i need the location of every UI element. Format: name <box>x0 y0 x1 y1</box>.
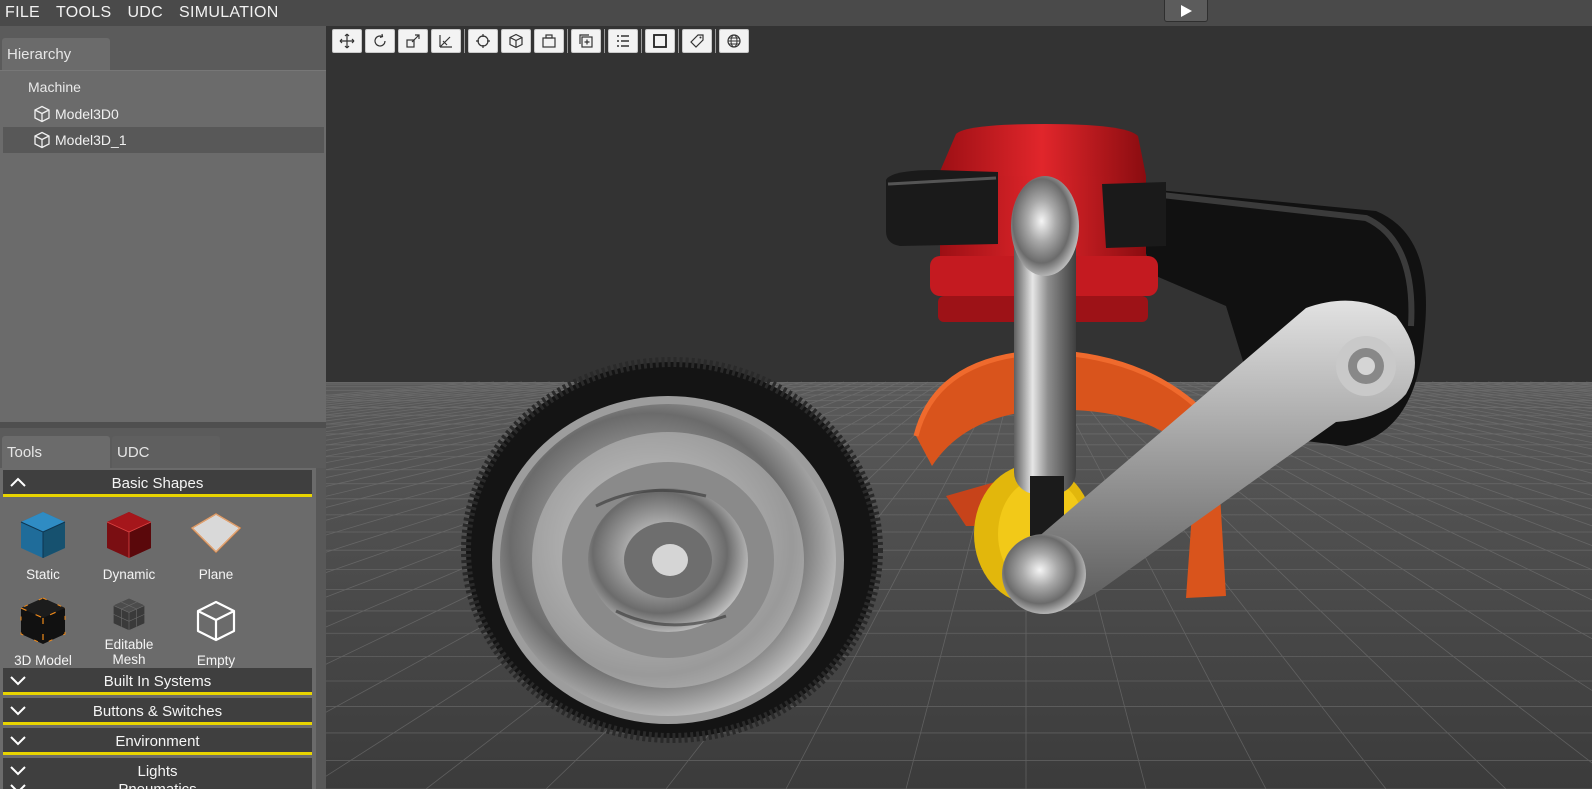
target-icon <box>476 34 490 48</box>
chevron-down-icon <box>9 698 29 722</box>
transform-icon <box>439 35 452 48</box>
section-pneumatics[interactable]: Pneumatics <box>3 780 312 789</box>
viewport-toolbar <box>332 28 752 54</box>
hierarchy-panel: Machine Model3D0 Model3D_1 <box>0 70 326 422</box>
menu-file[interactable]: FILE <box>0 0 45 26</box>
play-button[interactable] <box>1164 0 1208 22</box>
shape-label: Dynamic <box>102 567 156 582</box>
shape-empty[interactable]: Empty <box>176 594 256 668</box>
tree-item-label: Model3D_1 <box>55 132 127 148</box>
frame-button[interactable] <box>645 29 675 53</box>
toolbar-separator <box>715 29 716 53</box>
menu-simulation[interactable]: SIMULATION <box>174 0 284 26</box>
tools-scrollbar[interactable] <box>316 468 326 789</box>
tree-item-model3d-1[interactable]: Model3D_1 <box>3 127 324 153</box>
mesh-cube-icon <box>113 598 145 631</box>
shape-3d-model[interactable]: 3D Model <box>3 594 83 668</box>
shape-label: Static <box>26 567 60 582</box>
cube-outline-icon <box>31 130 53 150</box>
rotate-icon <box>374 33 386 47</box>
plane-icon <box>190 513 242 554</box>
section-label: Basic Shapes <box>111 475 204 492</box>
tab-udc[interactable]: UDC <box>112 436 220 468</box>
tab-hierarchy[interactable]: Hierarchy <box>2 38 110 70</box>
section-label: Environment <box>115 733 200 750</box>
list-icon <box>617 35 629 47</box>
section-basic-shapes[interactable]: Basic Shapes <box>3 470 312 497</box>
shape-dynamic[interactable]: Dynamic <box>89 508 169 582</box>
rotate-tool-button[interactable] <box>365 29 395 53</box>
tree-item-model3d0[interactable]: Model3D0 <box>3 101 324 127</box>
tools-panel: Basic Shapes Static Dynamic Plane 3D Mod… <box>0 468 326 789</box>
chevron-down-icon <box>9 758 29 782</box>
tag-button[interactable] <box>682 29 712 53</box>
move-tool-button[interactable] <box>332 29 362 53</box>
section-environment[interactable]: Environment <box>3 728 312 755</box>
chevron-down-icon <box>9 780 29 789</box>
menu-udc[interactable]: UDC <box>122 0 168 26</box>
toolbar-separator <box>567 29 568 53</box>
panel-divider[interactable] <box>0 422 326 428</box>
left-panel: Hierarchy Machine Model3D0 Model3D_1 Too… <box>0 26 326 789</box>
view-cube-button[interactable] <box>501 29 531 53</box>
cube-view-icon <box>509 33 523 49</box>
frame-icon <box>653 34 667 48</box>
toolbar-separator <box>464 29 465 53</box>
tree-root-machine[interactable]: Machine <box>28 79 81 95</box>
chevron-down-icon <box>9 728 29 752</box>
focus-button[interactable] <box>468 29 498 53</box>
duplicate-button[interactable] <box>571 29 601 53</box>
section-label: Buttons & Switches <box>92 703 223 720</box>
tag-icon <box>690 34 704 48</box>
shape-label: Editable Mesh <box>104 637 154 667</box>
camera-icon <box>542 34 556 48</box>
cube-outline-icon <box>31 104 53 124</box>
shape-editable-mesh[interactable]: Editable Mesh <box>89 594 169 667</box>
duplicate-icon <box>579 34 593 48</box>
toolbar-separator <box>641 29 642 53</box>
section-label: Lights <box>137 763 178 780</box>
scale-icon <box>406 34 420 48</box>
transform-tool-button[interactable] <box>431 29 461 53</box>
chevron-up-icon <box>9 470 29 494</box>
shape-static[interactable]: Static <box>3 508 83 582</box>
shape-label: 3D Model <box>14 653 72 668</box>
section-label: Built In Systems <box>103 673 212 690</box>
chevron-down-icon <box>9 668 29 692</box>
camera-button[interactable] <box>534 29 564 53</box>
red-cube-icon <box>106 512 152 558</box>
tree-item-label: Model3D0 <box>55 106 119 122</box>
blue-cube-icon <box>20 512 66 558</box>
menu-tools[interactable]: TOOLS <box>51 0 116 26</box>
shape-label: Empty <box>196 653 236 668</box>
shape-plane[interactable]: Plane <box>176 508 256 582</box>
tab-tools[interactable]: Tools <box>2 436 110 468</box>
3d-viewport[interactable] <box>326 26 1592 789</box>
globe-button[interactable] <box>719 29 749 53</box>
empty-cube-icon <box>196 600 236 642</box>
move-icon <box>339 33 355 49</box>
toolbar-separator <box>604 29 605 53</box>
section-built-in-systems[interactable]: Built In Systems <box>3 668 312 695</box>
toolbar-separator <box>678 29 679 53</box>
list-button[interactable] <box>608 29 638 53</box>
section-buttons-switches[interactable]: Buttons & Switches <box>3 698 312 725</box>
globe-icon <box>727 34 741 48</box>
scale-tool-button[interactable] <box>398 29 428 53</box>
section-label: Pneumatics <box>118 781 196 789</box>
menu-bar: FILE TOOLS UDC SIMULATION <box>0 0 1592 26</box>
play-icon <box>1181 4 1192 17</box>
shape-label: Plane <box>198 567 234 582</box>
black-cube-icon <box>20 597 66 645</box>
scene-render <box>326 26 1592 789</box>
